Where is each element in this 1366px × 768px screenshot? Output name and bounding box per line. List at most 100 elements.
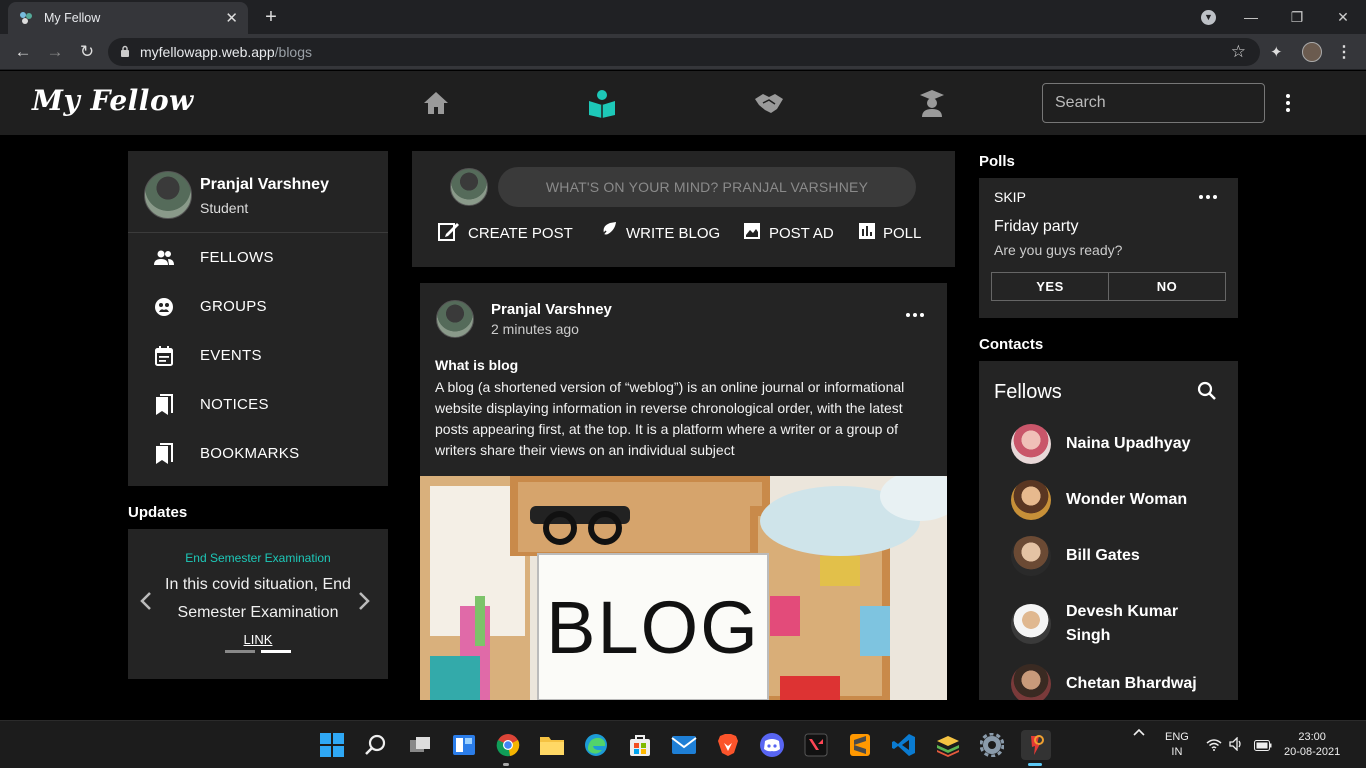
minimize-icon[interactable]: — xyxy=(1228,9,1274,25)
brave-icon[interactable] xyxy=(713,730,743,760)
browser-tab[interactable]: My Fellow ✕ xyxy=(8,2,248,34)
browser-menu-icon[interactable]: ⋮ xyxy=(1336,42,1352,62)
sidebar-item-events[interactable]: EVENTS xyxy=(128,331,388,380)
contact-item[interactable]: Chetan Bhardwaj xyxy=(1011,664,1231,700)
url-host: myfellowapp.web.app xyxy=(140,44,275,60)
wifi-icon[interactable] xyxy=(1206,738,1222,756)
nav-graduation-icon[interactable] xyxy=(912,85,952,121)
update-link[interactable]: LINK xyxy=(128,632,388,647)
sidebar-item-groups[interactable]: GROUPS xyxy=(128,282,388,331)
reload-icon[interactable]: ↻ xyxy=(72,34,102,70)
forward-icon[interactable]: → xyxy=(40,34,70,70)
nav-home-icon[interactable] xyxy=(416,85,456,121)
app-menu-icon[interactable] xyxy=(1280,89,1296,117)
system-clock[interactable]: 23:00 20-08-2021 xyxy=(1284,730,1340,760)
nav-handshake-icon[interactable] xyxy=(749,85,789,121)
contact-item[interactable]: Naina Upadhyay xyxy=(1011,424,1231,464)
bookmark-star-icon[interactable]: ☆ xyxy=(1231,42,1246,62)
chevron-right-icon[interactable] xyxy=(358,591,370,617)
poll-yes-button[interactable]: YES xyxy=(991,272,1109,301)
battery-icon[interactable] xyxy=(1254,738,1272,756)
poll-button[interactable]: POLL xyxy=(859,221,921,245)
vscode-icon[interactable] xyxy=(889,730,919,760)
contact-item[interactable]: Wonder Woman xyxy=(1011,480,1231,520)
region-code: IN xyxy=(1171,746,1183,758)
post-options-icon[interactable] xyxy=(906,313,924,317)
url-path: /blogs xyxy=(274,44,312,60)
mail-icon[interactable] xyxy=(669,730,699,760)
post-author-avatar[interactable] xyxy=(436,300,474,338)
profile-avatar[interactable] xyxy=(144,171,192,219)
volume-icon[interactable] xyxy=(1229,736,1245,756)
close-tab-icon[interactable]: ✕ xyxy=(225,9,238,27)
chevron-left-icon[interactable] xyxy=(140,591,152,617)
widgets-icon[interactable] xyxy=(449,730,479,760)
sidebar-item-bookmarks[interactable]: BOOKMARKS xyxy=(128,429,388,478)
file-explorer-icon[interactable] xyxy=(537,730,567,760)
settings-gear-icon[interactable] xyxy=(977,730,1007,760)
language-indicator[interactable]: ENG IN xyxy=(1165,730,1189,760)
carousel-indicator[interactable] xyxy=(225,650,255,653)
post-ad-button[interactable]: POST AD xyxy=(743,221,834,245)
carousel-indicator-active[interactable] xyxy=(261,650,291,653)
os-taskbar: ENG IN 23:00 20-08-2021 xyxy=(0,720,1366,768)
nav-blogs-icon[interactable] xyxy=(582,85,622,121)
contact-item[interactable]: Devesh Kumar Singh xyxy=(1011,600,1231,648)
contact-search-icon[interactable] xyxy=(1197,381,1217,406)
sublime-text-icon[interactable] xyxy=(845,730,875,760)
contact-name: Bill Gates xyxy=(1066,547,1140,564)
contact-avatar xyxy=(1011,604,1051,644)
windows-start-icon[interactable] xyxy=(317,730,347,760)
new-tab-icon[interactable]: + xyxy=(260,6,282,29)
discord-icon[interactable] xyxy=(757,730,787,760)
contact-avatar xyxy=(1011,536,1051,576)
skip-poll-button[interactable]: SKIP xyxy=(994,189,1026,205)
write-blog-button[interactable]: WRITE BLOG xyxy=(596,221,720,245)
contact-name: Devesh Kumar Singh xyxy=(1066,603,1179,644)
address-bar[interactable]: myfellowapp.web.app/blogs ☆ xyxy=(108,38,1260,66)
microsoft-store-icon[interactable] xyxy=(625,730,655,760)
post-author-name[interactable]: Pranjal Varshney xyxy=(491,301,612,318)
contact-avatar xyxy=(1011,664,1051,700)
extensions-icon[interactable]: ✦ xyxy=(1270,43,1283,61)
poll-options-icon[interactable] xyxy=(1199,195,1217,199)
bookmark-icon xyxy=(128,442,200,465)
app-header: My Fellow xyxy=(0,71,1366,135)
profile-card: Pranjal Varshney Student FELLOWS GROUPS … xyxy=(128,151,388,486)
create-post-button[interactable]: CREATE POST xyxy=(438,221,573,245)
valorant-icon[interactable] xyxy=(801,730,831,760)
profile-name[interactable]: Pranjal Varshney xyxy=(200,176,329,194)
write-blog-label: WRITE BLOG xyxy=(626,224,721,242)
updates-heading: Updates xyxy=(128,504,188,521)
edge-icon[interactable] xyxy=(581,730,611,760)
bluestacks-icon[interactable] xyxy=(933,730,963,760)
sidebar-item-label: FELLOWS xyxy=(200,249,274,266)
task-view-icon[interactable] xyxy=(405,730,435,760)
contact-item[interactable]: Bill Gates xyxy=(1011,536,1231,576)
contact-avatar xyxy=(1011,480,1051,520)
poll-no-button[interactable]: NO xyxy=(1108,272,1226,301)
sidebar-item-fellows[interactable]: FELLOWS xyxy=(128,233,388,282)
post-ad-label: POST AD xyxy=(769,224,834,242)
system-tray-chevron-icon[interactable] xyxy=(1132,727,1146,737)
back-icon[interactable]: ← xyxy=(8,34,38,70)
active-app-icon[interactable] xyxy=(1021,730,1051,760)
restore-icon[interactable]: ❐ xyxy=(1274,9,1320,26)
app-logo[interactable]: My Fellow xyxy=(32,84,194,117)
image-icon xyxy=(743,222,761,244)
sidebar-item-label: NOTICES xyxy=(200,396,269,413)
sidebar-item-notices[interactable]: NOTICES xyxy=(128,380,388,429)
composer-input[interactable]: WHAT'S ON YOUR MIND? PRANJAL VARSHNEY xyxy=(498,167,916,207)
post-timestamp: 2 minutes ago xyxy=(491,321,579,337)
search-input[interactable] xyxy=(1042,83,1265,123)
close-window-icon[interactable]: ✕ xyxy=(1320,9,1366,26)
tab-search-icon[interactable]: ▼ xyxy=(1201,10,1216,25)
sidebar-item-label: GROUPS xyxy=(200,298,267,315)
poll-label: POLL xyxy=(883,224,922,242)
contact-name: Chetan Bhardwaj xyxy=(1066,675,1197,692)
chrome-icon[interactable] xyxy=(493,730,523,760)
browser-profile-avatar[interactable] xyxy=(1302,42,1322,62)
taskbar-search-icon[interactable] xyxy=(361,730,391,760)
create-post-label: CREATE POST xyxy=(468,224,573,242)
poll-card: SKIP Friday party Are you guys ready? YE… xyxy=(979,178,1238,318)
